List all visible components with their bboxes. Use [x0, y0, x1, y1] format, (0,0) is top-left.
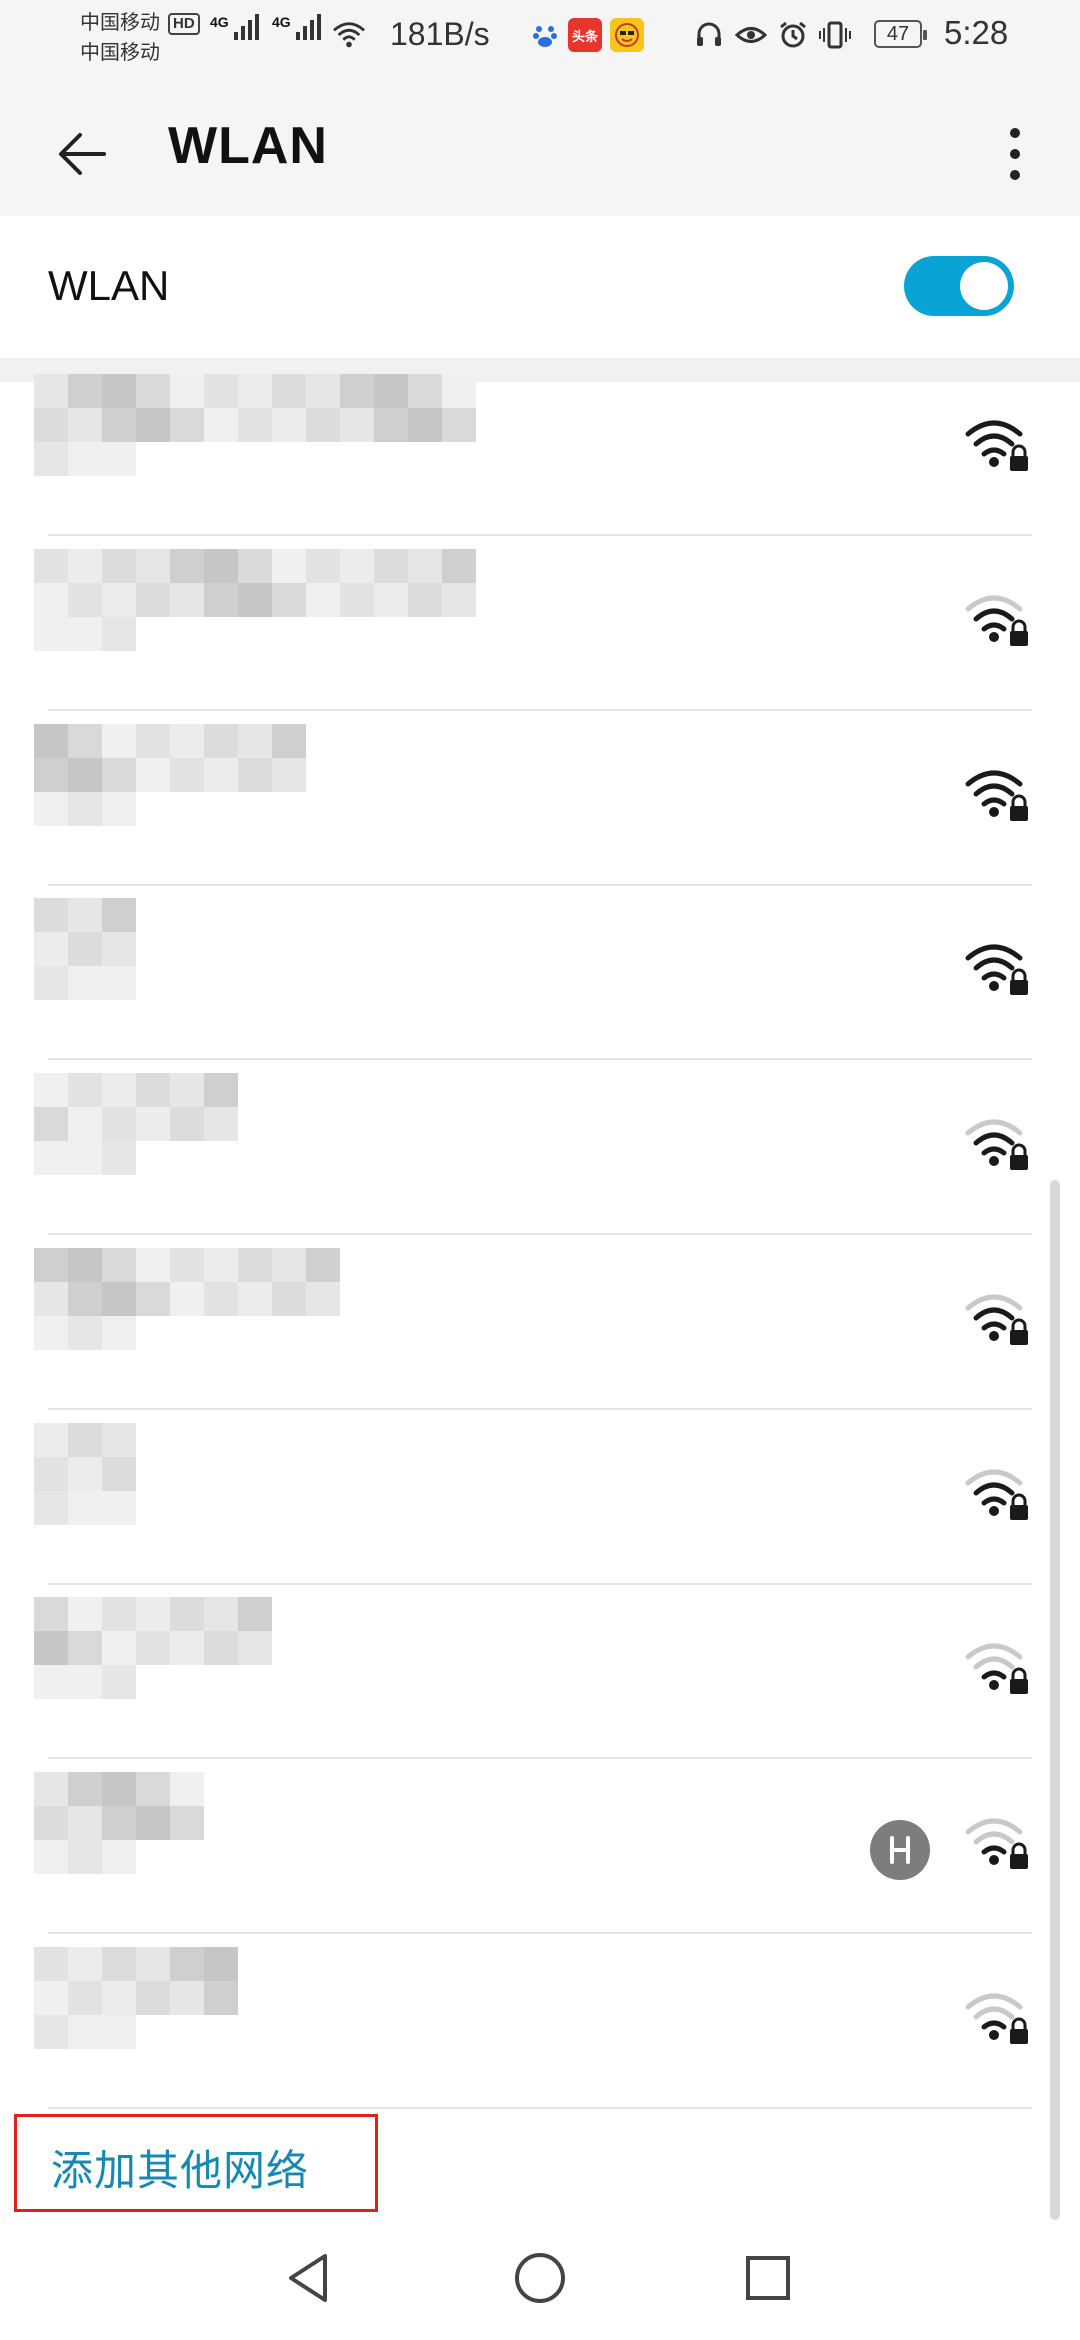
more-options-button[interactable]: [990, 114, 1040, 194]
carrier-2: 中国移动: [80, 42, 160, 64]
more-vertical-icon: [1010, 128, 1020, 138]
scrollbar[interactable]: [1050, 1180, 1060, 2220]
network-item[interactable]: [0, 1236, 1040, 1410]
network-name-redacted: [34, 1423, 136, 1525]
network-name-redacted: [34, 1947, 238, 2049]
network-name-redacted: [34, 724, 306, 826]
list-divider: [48, 1757, 1032, 1759]
arrow-left-icon: [59, 133, 106, 175]
list-divider: [48, 1932, 1032, 1934]
status-bar: 中国移动 HD 中国移动 4G 4G 181B/s 头条 47 5:28: [0, 0, 1080, 80]
back-button[interactable]: [42, 114, 122, 194]
huawei-share-icon: [870, 1820, 930, 1880]
network-name-redacted: [34, 898, 136, 1000]
nav-home-button[interactable]: [500, 2238, 580, 2318]
network-item[interactable]: [0, 1585, 1040, 1759]
alarm-icon: [776, 18, 810, 52]
eye-icon: [734, 18, 768, 52]
network-item[interactable]: [0, 1061, 1040, 1235]
wifi-status-icon: [332, 18, 366, 52]
nav-recents-button[interactable]: [728, 2238, 808, 2318]
network-item[interactable]: [0, 537, 1040, 711]
navigation-bar: [0, 2220, 1080, 2340]
wifi-secured-icon: [962, 412, 1032, 482]
recents-square-icon: [746, 2256, 790, 2300]
network-item[interactable]: [0, 712, 1040, 886]
wifi-secured-icon: [962, 936, 1032, 1006]
wifi-secured-icon: [962, 1286, 1032, 1356]
network-item[interactable]: [0, 1760, 1040, 1934]
wlan-switch[interactable]: [904, 256, 1014, 316]
toutiao-icon: 头条: [568, 18, 602, 52]
wifi-secured-icon: [962, 1810, 1032, 1880]
app-bar: WLAN: [0, 80, 1080, 216]
wifi-secured-icon: [962, 1985, 1032, 2055]
list-divider: [48, 709, 1032, 711]
list-divider: [48, 1408, 1032, 1410]
network-name-redacted: [34, 1248, 340, 1350]
network-name-redacted: [34, 1073, 238, 1175]
network-item[interactable]: [0, 362, 1040, 536]
network-name-redacted: [34, 549, 476, 651]
headphones-icon: [692, 18, 726, 52]
switch-knob: [960, 262, 1008, 310]
emoji-app-icon: [610, 18, 644, 52]
network-name-redacted: [34, 374, 476, 476]
network-item[interactable]: [0, 1935, 1040, 2109]
baidu-icon: [528, 18, 562, 52]
list-divider: [48, 1058, 1032, 1060]
wifi-secured-icon: [962, 1635, 1032, 1705]
wlan-label: WLAN: [48, 262, 170, 309]
carrier-1: 中国移动: [80, 12, 160, 34]
list-divider: [48, 1233, 1032, 1235]
network-name-redacted: [34, 1772, 204, 1874]
nav-back-button[interactable]: [268, 2238, 348, 2318]
network-item[interactable]: [0, 1411, 1040, 1585]
signal-1-icon: 4G: [210, 14, 259, 40]
signal-2-icon: 4G: [272, 14, 321, 40]
network-item[interactable]: [0, 886, 1040, 1060]
hd-badge: HD: [168, 12, 200, 35]
clock: 5:28: [944, 14, 1009, 51]
battery-indicator: 47: [874, 20, 927, 48]
network-name-redacted: [34, 1597, 272, 1699]
back-triangle-icon: [289, 2254, 327, 2302]
wifi-secured-icon: [962, 1111, 1032, 1181]
wlan-toggle-row[interactable]: WLAN: [0, 216, 1080, 358]
home-circle-icon: [515, 2253, 565, 2303]
list-divider: [48, 534, 1032, 536]
wifi-secured-icon: [962, 1461, 1032, 1531]
add-other-network-button[interactable]: 添加其他网络: [14, 2114, 378, 2212]
page-title: WLAN: [168, 117, 328, 175]
wifi-secured-icon: [962, 762, 1032, 832]
network-speed: 181B/s: [390, 16, 490, 52]
list-divider: [48, 2107, 1032, 2109]
carrier-info: 中国移动 HD 中国移动: [80, 8, 200, 68]
wifi-secured-icon: [962, 587, 1032, 657]
vibrate-icon: [818, 18, 852, 52]
add-other-network-label: 添加其他网络: [51, 2147, 310, 2194]
